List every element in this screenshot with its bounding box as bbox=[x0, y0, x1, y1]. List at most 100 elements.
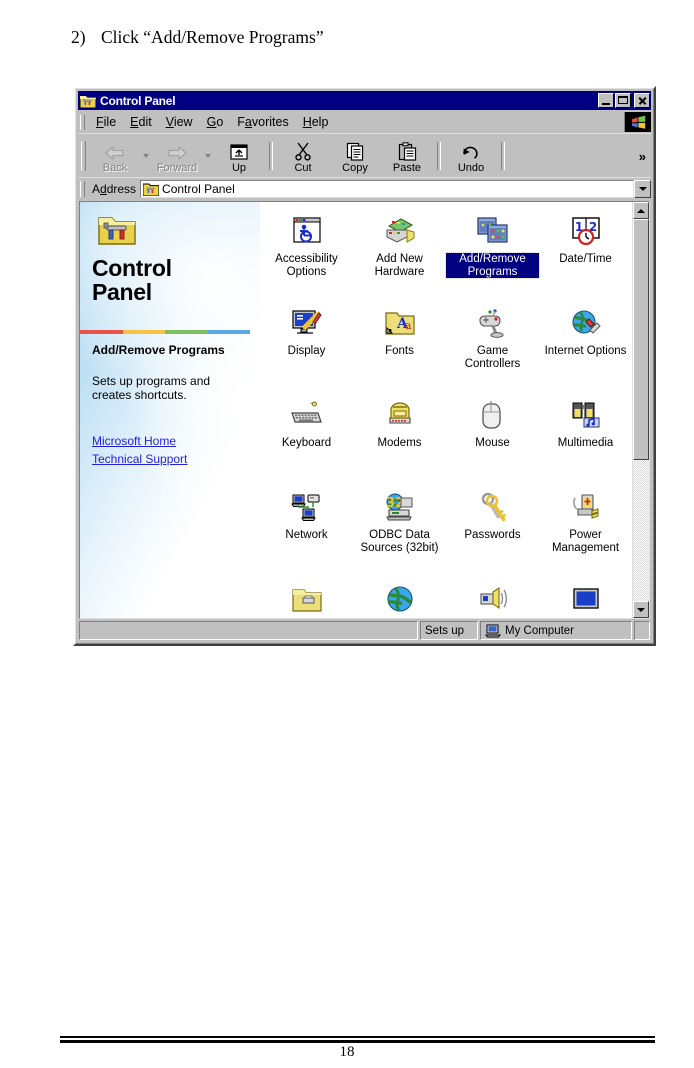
panel-heading: Control Panel bbox=[92, 256, 172, 305]
control-panel-item-label: Network bbox=[285, 529, 328, 541]
accessibility-icon bbox=[291, 212, 323, 250]
control-panel-item-add-new-hardware[interactable]: Add New Hardware bbox=[353, 208, 446, 300]
control-panel-item-row5-16[interactable] bbox=[260, 576, 353, 618]
cut-button[interactable]: Cut bbox=[277, 136, 329, 176]
control-panel-item-odbc-data-sources-32bit[interactable]: 32 ODBC Data Sources (32bit) bbox=[353, 484, 446, 576]
minimize-button[interactable] bbox=[598, 93, 614, 108]
scrollbar-track[interactable] bbox=[633, 219, 649, 601]
fonts-icon: A a bbox=[384, 304, 416, 342]
control-panel-item-row5-18[interactable] bbox=[446, 576, 539, 618]
title-bar[interactable]: Control Panel bbox=[78, 91, 651, 110]
panel-heading-line2: Panel bbox=[92, 279, 152, 306]
menu-item-go[interactable]: Go bbox=[200, 113, 231, 131]
menu-item-view[interactable]: View bbox=[159, 113, 200, 131]
up-button[interactable]: Up bbox=[213, 136, 265, 176]
control-panel-item-label: Mouse bbox=[475, 437, 510, 449]
paste-button[interactable]: Paste bbox=[381, 136, 433, 176]
toolbar-separator-2 bbox=[437, 142, 441, 170]
toolbar-separator bbox=[269, 142, 273, 170]
control-panel-item-accessibility-options[interactable]: Accessibility Options bbox=[260, 208, 353, 300]
regional-settings-globe-icon bbox=[385, 580, 415, 618]
back-arrow-icon bbox=[104, 139, 126, 161]
back-dropdown[interactable] bbox=[141, 136, 151, 176]
page-number: 18 bbox=[339, 1044, 355, 1060]
control-panel-item-power-management[interactable]: Power Management bbox=[539, 484, 632, 576]
control-panel-item-label: Add New Hardware bbox=[374, 253, 425, 278]
cut-label: Cut bbox=[294, 161, 312, 174]
icon-grid: Accessibility Options Add New Hardware A… bbox=[260, 202, 632, 618]
address-value: Control Panel bbox=[162, 182, 235, 196]
menu-item-help[interactable]: Help bbox=[296, 113, 336, 131]
control-panel-item-keyboard[interactable]: Keyboard bbox=[260, 392, 353, 484]
control-panel-item-internet-options[interactable]: Internet Options bbox=[539, 300, 632, 392]
menu-item-favorites[interactable]: Favorites bbox=[230, 113, 295, 131]
step-instruction: 2) Click “Add/Remove Programs” bbox=[71, 27, 324, 48]
control-panel-item-fonts[interactable]: A a Fonts bbox=[353, 300, 446, 392]
link-technical-support[interactable]: Technical Support bbox=[92, 452, 252, 466]
control-panel-item-label: Display bbox=[287, 345, 326, 357]
control-panel-item-label: Internet Options bbox=[544, 345, 627, 357]
control-panel-item-label: ODBC Data Sources (32bit) bbox=[360, 529, 439, 554]
control-panel-item-label: Date/Time bbox=[559, 253, 612, 265]
up-label: Up bbox=[231, 161, 247, 174]
vertical-scrollbar[interactable] bbox=[632, 202, 649, 618]
control-panel-item-date-time[interactable]: 1 2 Date/Time bbox=[539, 208, 632, 300]
panel-heading-line1: Control bbox=[92, 255, 172, 281]
address-label: Address bbox=[92, 182, 137, 196]
control-panel-item-add-remove-programs[interactable]: Add/Remove Programs bbox=[445, 208, 540, 300]
web-view-panel: Control Panel Add/Remove Programs Sets u… bbox=[80, 202, 260, 618]
control-panel-item-label: Power Management bbox=[551, 529, 620, 554]
control-panel-item-mouse[interactable]: Mouse bbox=[446, 392, 539, 484]
menu-grip[interactable] bbox=[80, 114, 85, 130]
odbc-data-sources-icon: 32 bbox=[384, 488, 416, 526]
maximize-button[interactable] bbox=[615, 93, 631, 108]
status-location-pane: My Computer bbox=[480, 621, 632, 640]
control-panel-item-passwords[interactable]: Passwords bbox=[446, 484, 539, 576]
undo-button[interactable]: Undo bbox=[445, 136, 497, 176]
status-main-pane bbox=[79, 621, 418, 640]
toolbar: Back Forward Up Cut Copy Paste Undo » bbox=[78, 133, 651, 178]
control-panel-item-label: Accessibility Options bbox=[275, 253, 338, 278]
control-panel-item-label: Game Controllers bbox=[464, 345, 521, 370]
control-panel-item-row5-17[interactable] bbox=[353, 576, 446, 618]
back-button[interactable]: Back bbox=[89, 136, 141, 176]
forward-button[interactable]: Forward bbox=[151, 136, 203, 176]
copy-button[interactable]: Copy bbox=[329, 136, 381, 176]
windows-flag-icon bbox=[624, 112, 651, 132]
control-panel-item-label: Modems bbox=[377, 437, 422, 449]
close-button[interactable] bbox=[634, 93, 650, 108]
address-input[interactable]: Control Panel bbox=[140, 180, 634, 198]
footer-rule-top bbox=[60, 1036, 655, 1038]
copy-pages-icon bbox=[346, 139, 365, 161]
keyboard-icon bbox=[290, 396, 324, 434]
chevron-down-icon[interactable] bbox=[634, 180, 651, 198]
add-remove-programs-icon bbox=[476, 212, 509, 250]
step-number: 2) bbox=[71, 27, 86, 47]
divider-yellow bbox=[122, 330, 165, 334]
address-grip[interactable] bbox=[80, 181, 85, 197]
clipboard-icon bbox=[398, 139, 417, 161]
status-location-text: My Computer bbox=[505, 624, 575, 637]
control-panel-item-game-controllers[interactable]: Game Controllers bbox=[446, 300, 539, 392]
link-microsoft-home[interactable]: Microsoft Home bbox=[92, 434, 252, 448]
menu-item-edit[interactable]: Edit bbox=[123, 113, 159, 131]
control-panel-item-network[interactable]: Network bbox=[260, 484, 353, 576]
scroll-down-arrow-icon[interactable] bbox=[633, 601, 649, 618]
control-panel-item-multimedia[interactable]: Multimedia bbox=[539, 392, 632, 484]
client-area: Control Panel Add/Remove Programs Sets u… bbox=[79, 201, 650, 619]
display-icon bbox=[291, 304, 323, 342]
control-panel-item-display[interactable]: Display bbox=[260, 300, 353, 392]
scroll-up-arrow-icon[interactable] bbox=[633, 202, 649, 219]
control-panel-folder-icon bbox=[142, 182, 160, 197]
control-panel-item-row5-19[interactable] bbox=[539, 576, 632, 618]
forward-dropdown[interactable] bbox=[203, 136, 213, 176]
resize-grip[interactable] bbox=[634, 621, 650, 640]
svg-text:a: a bbox=[405, 319, 412, 332]
toolbar-overflow-button[interactable]: » bbox=[639, 149, 651, 164]
forward-arrow-icon bbox=[166, 139, 188, 161]
scrollbar-thumb[interactable] bbox=[633, 219, 649, 460]
toolbar-grip[interactable] bbox=[81, 141, 86, 171]
date-time-icon: 1 2 bbox=[570, 212, 602, 250]
control-panel-item-modems[interactable]: Modems bbox=[353, 392, 446, 484]
menu-item-file[interactable]: File bbox=[89, 113, 123, 131]
